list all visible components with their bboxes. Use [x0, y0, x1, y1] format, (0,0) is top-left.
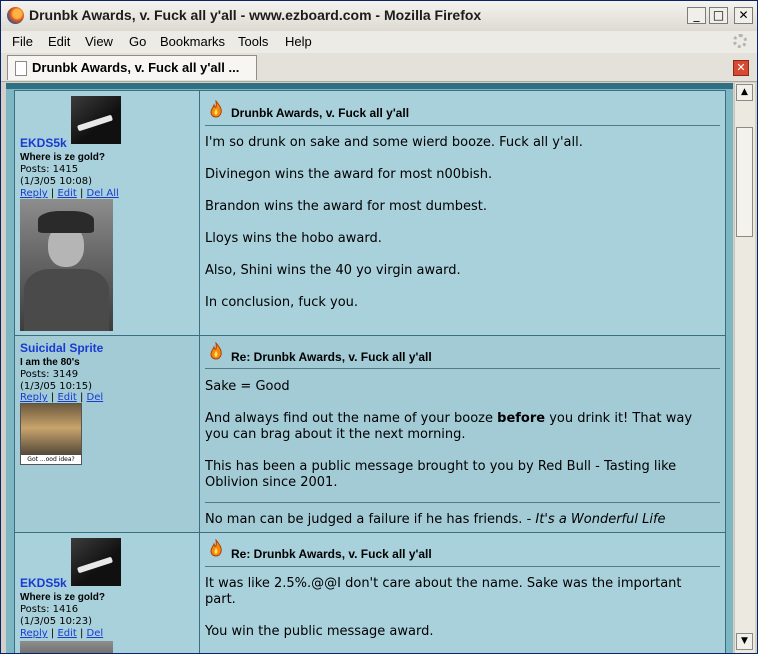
reply-link[interactable]: Reply [20, 188, 48, 199]
page-content: EKDS5k Where is ze gold? Posts: 1415 (1/… [6, 83, 733, 653]
message-line: You win the public message award. [205, 624, 434, 639]
user-title: Where is ze gold? [20, 152, 106, 163]
tab-current[interactable]: Drunbk Awards, v. Fuck all y'all ... [7, 55, 257, 80]
forum-post: EKDS5k Where is ze gold? Posts: 1416 (1/… [14, 532, 726, 653]
signature: No man can be judged a failure if he has… [205, 512, 666, 527]
message-line: Divinegon wins the award for most n00bis… [205, 167, 493, 182]
delete-link[interactable]: Del [87, 628, 104, 639]
edit-link[interactable]: Edit [57, 628, 76, 639]
author-name[interactable]: Suicidal Sprite [20, 341, 103, 355]
divider [205, 566, 720, 567]
signature-photo [20, 199, 113, 331]
page-icon [15, 61, 27, 76]
window-title: Drunbk Awards, v. Fuck all y'all - www.e… [29, 7, 482, 23]
close-window-button[interactable]: ✕ [734, 7, 753, 24]
avatar [71, 538, 121, 586]
post-body: Re: Drunbk Awards, v. Fuck all y'all Sak… [201, 336, 725, 532]
forum-post: EKDS5k Where is ze gold? Posts: 1415 (1/… [14, 90, 726, 336]
author-name[interactable]: EKDS5k [20, 576, 67, 590]
scroll-thumb[interactable] [736, 127, 753, 237]
author-panel: Suicidal Sprite I am the 80's Posts: 314… [15, 336, 200, 532]
menu-file[interactable]: File [12, 34, 33, 49]
post-count: Posts: 3149 [20, 369, 79, 380]
menu-edit[interactable]: Edit [48, 34, 70, 49]
flame-icon [210, 539, 222, 557]
maximize-button[interactable]: □ [709, 7, 728, 24]
minimize-button[interactable]: _ [687, 7, 706, 24]
message-line: Brandon wins the award for most dumbest. [205, 199, 488, 214]
message-line: This has been a public message brought t… [205, 459, 677, 490]
menu-tools[interactable]: Tools [238, 34, 268, 49]
post-count: Posts: 1415 [20, 164, 79, 175]
message-line: It was like 2.5%.@@I don't care about th… [205, 576, 682, 607]
forum-post: Suicidal Sprite I am the 80's Posts: 314… [14, 335, 726, 533]
signature-photo [20, 641, 113, 653]
tab-bar: Drunbk Awards, v. Fuck all y'all ... [1, 53, 757, 82]
scroll-up-button[interactable]: ▲ [736, 84, 753, 101]
message-line: Lloys wins the hobo award. [205, 231, 382, 246]
post-date: (1/3/05 10:15) [20, 381, 92, 392]
avatar-caption: Got ...ood idea? [21, 455, 81, 464]
author-name[interactable]: EKDS5k [20, 136, 67, 150]
throbber-icon [733, 34, 747, 48]
message-line: Sake = Good [205, 379, 290, 394]
flame-icon [210, 342, 222, 360]
menu-bar: File Edit View Go Bookmarks Tools Help [1, 31, 757, 54]
user-title: I am the 80's [20, 357, 80, 368]
tab-label: Drunbk Awards, v. Fuck all y'all ... [32, 60, 240, 75]
post-body: Re: Drunbk Awards, v. Fuck all y'all It … [201, 533, 725, 653]
vertical-scrollbar[interactable]: ▲ ▼ [734, 83, 755, 653]
message-line: Also, Shini wins the 40 yo virgin award. [205, 263, 461, 278]
edit-link[interactable]: Edit [57, 392, 76, 403]
delete-all-link[interactable]: Del All [87, 188, 119, 199]
avatar [71, 96, 121, 144]
post-date: (1/3/05 10:08) [20, 176, 92, 187]
menu-go[interactable]: Go [129, 34, 146, 49]
post-count: Posts: 1416 [20, 604, 79, 615]
post-actions: Reply | Edit | Del [20, 392, 104, 403]
scroll-down-button[interactable]: ▼ [736, 633, 753, 650]
delete-link[interactable]: Del [87, 392, 104, 403]
message-line: In conclusion, fuck you. [205, 295, 359, 310]
post-date: (1/3/05 10:23) [20, 616, 92, 627]
avatar: Got ...ood idea? [20, 403, 82, 465]
title-bar: Drunbk Awards, v. Fuck all y'all - www.e… [1, 1, 757, 32]
divider [205, 368, 720, 369]
user-title: Where is ze gold? [20, 592, 106, 603]
message-line: I'm so drunk on sake and some wierd booz… [205, 135, 583, 150]
post-subject: Re: Drunbk Awards, v. Fuck all y'all [231, 350, 432, 364]
post-actions: Reply | Edit | Del All [20, 188, 119, 199]
post-subject: Re: Drunbk Awards, v. Fuck all y'all [231, 547, 432, 561]
post-subject: Drunbk Awards, v. Fuck all y'all [231, 106, 410, 120]
close-tab-icon[interactable]: ✕ [733, 60, 749, 76]
header-strip [6, 83, 733, 89]
post-body: Drunbk Awards, v. Fuck all y'all I'm so … [201, 91, 725, 335]
menu-help[interactable]: Help [285, 34, 312, 49]
post-actions: Reply | Edit | Del [20, 628, 104, 639]
browser-window: Drunbk Awards, v. Fuck all y'all - www.e… [0, 0, 758, 654]
menu-bookmarks[interactable]: Bookmarks [160, 34, 225, 49]
flame-icon [210, 100, 222, 118]
author-panel: EKDS5k Where is ze gold? Posts: 1416 (1/… [15, 533, 200, 653]
signature-divider [205, 502, 720, 503]
menu-view[interactable]: View [85, 34, 113, 49]
reply-link[interactable]: Reply [20, 628, 48, 639]
divider [205, 125, 720, 126]
author-panel: EKDS5k Where is ze gold? Posts: 1415 (1/… [15, 91, 200, 335]
firefox-logo-icon [7, 7, 24, 24]
reply-link[interactable]: Reply [20, 392, 48, 403]
edit-link[interactable]: Edit [57, 188, 76, 199]
message-line: And always find out the name of your boo… [205, 411, 693, 442]
